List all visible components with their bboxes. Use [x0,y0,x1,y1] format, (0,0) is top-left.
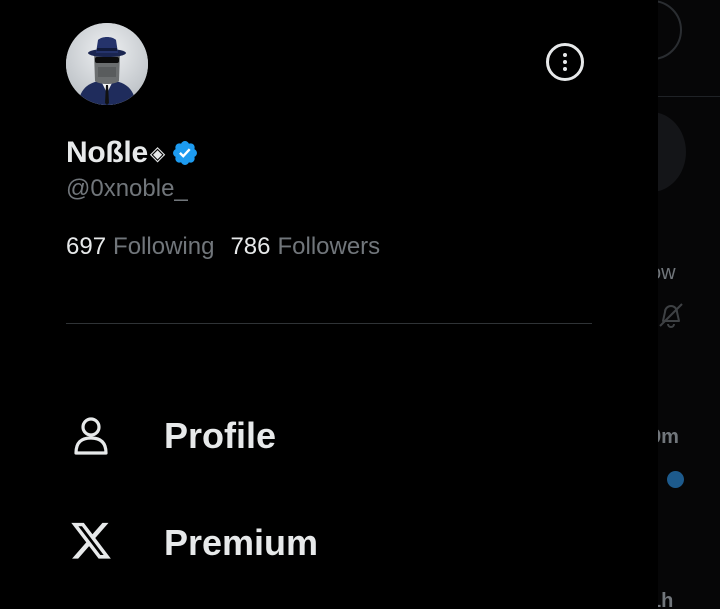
menu-label-premium: Premium [164,522,319,563]
menu-item-profile[interactable]: Profile [66,406,586,466]
menu-label-profile: Profile [164,415,277,456]
following-label: Following [113,233,215,260]
name-emoji: ◈ [149,142,166,165]
more-options-icon-dot [563,60,567,64]
follow-stats: 697 Following 786 Followers [66,233,380,261]
display-name-row: Noßle ◈ [66,135,199,171]
followers-link[interactable]: 786 Followers [230,233,380,261]
divider [66,323,592,324]
more-options-button[interactable] [546,43,584,81]
account-drawer: Noßle ◈ @0xnoble_ 697 Following 786 Foll… [0,0,658,609]
followers-count: 786 [230,233,271,260]
more-options-icon-dot [563,67,567,71]
verified-badge-icon [173,141,198,165]
background-unread-dot [667,471,684,488]
app-screen: ow 9m 1h Noßle ◈ @0xnoble_ 697 Following… [0,0,720,609]
background-divider [658,96,720,97]
following-count: 697 [66,233,107,260]
user-handle: @0xnoble_ [66,175,188,202]
following-link[interactable]: 697 Following [66,233,214,261]
avatar[interactable] [66,23,148,105]
more-options-icon [563,53,567,57]
bell-muted-icon [659,303,683,328]
menu-item-premium[interactable]: Premium [66,513,586,573]
avatar-image [66,23,148,105]
x-logo-icon [66,518,116,568]
person-icon [66,411,116,461]
followers-label: Followers [277,233,381,260]
display-name: Noßle [66,136,148,169]
